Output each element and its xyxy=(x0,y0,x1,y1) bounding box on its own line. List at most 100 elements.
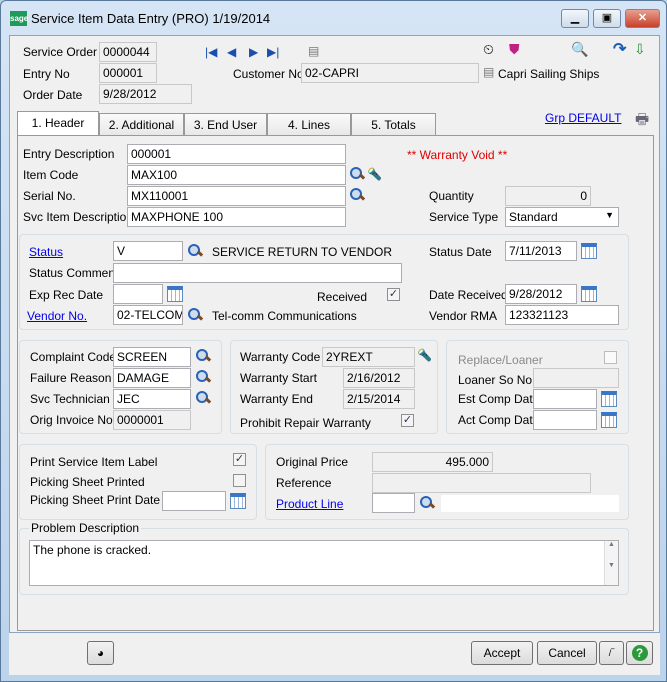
window: sage Service Item Data Entry (PRO) 1/19/… xyxy=(0,0,667,682)
accept-button[interactable]: Accept xyxy=(471,641,533,665)
clock-icon[interactable]: ⏲ xyxy=(483,41,494,58)
tab-lines[interactable]: 4. Lines xyxy=(267,113,351,135)
received-checkbox[interactable]: ✓ xyxy=(387,288,400,301)
redo-icon[interactable]: ↷ xyxy=(613,39,626,59)
warranty-start-label: Warranty Start xyxy=(240,371,317,385)
failure-reason-field[interactable]: DAMAGE xyxy=(113,368,191,388)
act-comp-date-field[interactable] xyxy=(533,410,597,430)
tab-header[interactable]: 1. Header xyxy=(17,111,99,136)
status-comment-field[interactable] xyxy=(113,263,402,283)
status-comment-label: Status Comment xyxy=(29,266,119,280)
status-description: SERVICE RETURN TO VENDOR xyxy=(212,245,393,259)
printer-icon[interactable]: 🖶 xyxy=(635,109,649,134)
import-icon[interactable]: ⇩ xyxy=(634,41,646,58)
notes-icon[interactable]: ▤ xyxy=(308,44,319,58)
maximize-button[interactable]: ▣ xyxy=(593,9,621,28)
order-date-label: Order Date xyxy=(23,88,83,102)
shield-icon[interactable]: ⛊ xyxy=(509,41,520,58)
cancel-button[interactable]: Cancel xyxy=(537,641,597,665)
print-service-item-label-label: Print Service Item Label xyxy=(30,455,158,469)
calendar-icon[interactable] xyxy=(230,493,246,509)
customer-memo-icon[interactable]: ▤ xyxy=(483,65,494,79)
entry-no-field[interactable]: 000001 xyxy=(99,63,157,83)
reference-label: Reference xyxy=(276,476,332,490)
inquiry-icon[interactable]: 🔍 xyxy=(571,41,588,58)
calendar-icon[interactable] xyxy=(601,412,617,428)
service-type-label: Service Type xyxy=(429,210,499,224)
prohibit-repair-warranty-checkbox[interactable]: ✓ xyxy=(401,414,414,427)
flashlight-icon[interactable]: 🔦 xyxy=(367,167,382,181)
svc-item-description-field[interactable]: MAXPHONE 100 xyxy=(127,207,346,227)
calendar-icon[interactable] xyxy=(581,286,597,302)
vendor-rma-field[interactable]: 123321123 xyxy=(505,305,619,325)
vendor-no-field[interactable]: 02-TELCOMM xyxy=(113,305,183,325)
previous-record-icon[interactable]: ◀ xyxy=(227,45,236,59)
loaner-so-no-field xyxy=(533,368,619,388)
loaner-so-no-label: Loaner So No. xyxy=(458,373,536,387)
last-record-icon[interactable]: ▶| xyxy=(267,45,279,59)
product-line-field[interactable] xyxy=(372,493,415,513)
serial-no-field[interactable]: MX110001 xyxy=(127,186,346,206)
picking-sheet-printed-checkbox[interactable] xyxy=(233,474,246,487)
failure-reason-label: Failure Reason xyxy=(30,371,112,385)
svc-technician-field[interactable]: JEC xyxy=(113,389,191,409)
order-date-field: 9/28/2012 xyxy=(99,84,192,104)
service-order-field[interactable]: 0000044 xyxy=(99,42,157,62)
original-price-label: Original Price xyxy=(276,455,349,469)
tab-end-user[interactable]: 3. End User xyxy=(184,113,267,135)
calendar-icon[interactable] xyxy=(581,243,597,259)
problem-description-textarea[interactable]: The phone is cracked. ▲ ▼ xyxy=(29,540,619,586)
flashlight-icon[interactable]: 🔦 xyxy=(417,348,432,362)
minimize-button[interactable]: ▁ xyxy=(561,9,589,28)
window-title: Service Item Data Entry (PRO) 1/19/2014 xyxy=(31,11,271,26)
failure-lookup-icon[interactable] xyxy=(195,369,211,385)
original-price-field: 495.000 xyxy=(372,452,493,472)
item-lookup-icon[interactable] xyxy=(349,166,365,182)
technician-lookup-icon[interactable] xyxy=(195,390,211,406)
item-code-field[interactable]: MAX100 xyxy=(127,165,346,185)
entry-description-field[interactable]: 000001 xyxy=(127,144,346,164)
product-line-lookup-icon[interactable] xyxy=(419,495,435,511)
customer-no-label: Customer No xyxy=(233,67,304,81)
picking-sheet-print-date-field[interactable] xyxy=(162,491,226,511)
serial-no-label: Serial No. xyxy=(23,189,76,203)
calendar-icon[interactable] xyxy=(601,391,617,407)
customer-no-field: 02-CAPRI xyxy=(301,63,479,83)
service-type-value: Standard xyxy=(509,210,558,224)
complaint-code-field[interactable]: SCREEN xyxy=(113,347,191,367)
windows-icon[interactable]: ◕ xyxy=(87,641,114,665)
complaint-lookup-icon[interactable] xyxy=(195,348,211,364)
status-date-label: Status Date xyxy=(429,245,492,259)
warranty-end-label: Warranty End xyxy=(240,392,313,406)
exp-rec-date-field[interactable] xyxy=(113,284,163,304)
pin-icon[interactable]: /‾ xyxy=(599,641,624,665)
service-order-label: Service Order xyxy=(23,45,98,59)
print-service-item-label-checkbox[interactable]: ✓ xyxy=(233,453,246,466)
status-link[interactable]: Status xyxy=(29,245,63,259)
complaint-code-label: Complaint Code xyxy=(30,350,117,364)
status-date-field[interactable]: 7/11/2013 xyxy=(505,241,577,261)
svc-item-description-label: Svc Item Description xyxy=(23,210,134,224)
service-type-select[interactable]: Standard ▼ xyxy=(505,207,619,227)
first-record-icon[interactable]: |◀ xyxy=(205,45,217,59)
date-received-field[interactable]: 9/28/2012 xyxy=(505,284,577,304)
vendor-rma-label: Vendor RMA xyxy=(429,309,498,323)
vendor-lookup-icon[interactable] xyxy=(187,307,203,323)
vendor-no-link[interactable]: Vendor No. xyxy=(27,309,87,323)
tab-totals[interactable]: 5. Totals xyxy=(351,113,436,135)
received-label: Received xyxy=(317,290,368,304)
status-lookup-icon[interactable] xyxy=(187,243,203,259)
calendar-icon[interactable] xyxy=(167,286,183,302)
replace-loaner-checkbox[interactable] xyxy=(604,351,617,364)
tab-additional[interactable]: 2. Additional xyxy=(99,113,184,135)
next-record-icon[interactable]: ▶ xyxy=(249,45,258,59)
product-line-link[interactable]: Product Line xyxy=(276,497,343,511)
help-button[interactable]: ? xyxy=(626,641,653,665)
scrollbar[interactable]: ▲ ▼ xyxy=(604,541,618,585)
status-field[interactable]: V xyxy=(113,241,183,261)
close-button[interactable]: ✕ xyxy=(625,9,660,28)
reference-field xyxy=(372,473,591,493)
serial-lookup-icon[interactable] xyxy=(349,187,365,203)
est-comp-date-field[interactable] xyxy=(533,389,597,409)
grp-default-link[interactable]: Grp DEFAULT xyxy=(545,111,621,125)
